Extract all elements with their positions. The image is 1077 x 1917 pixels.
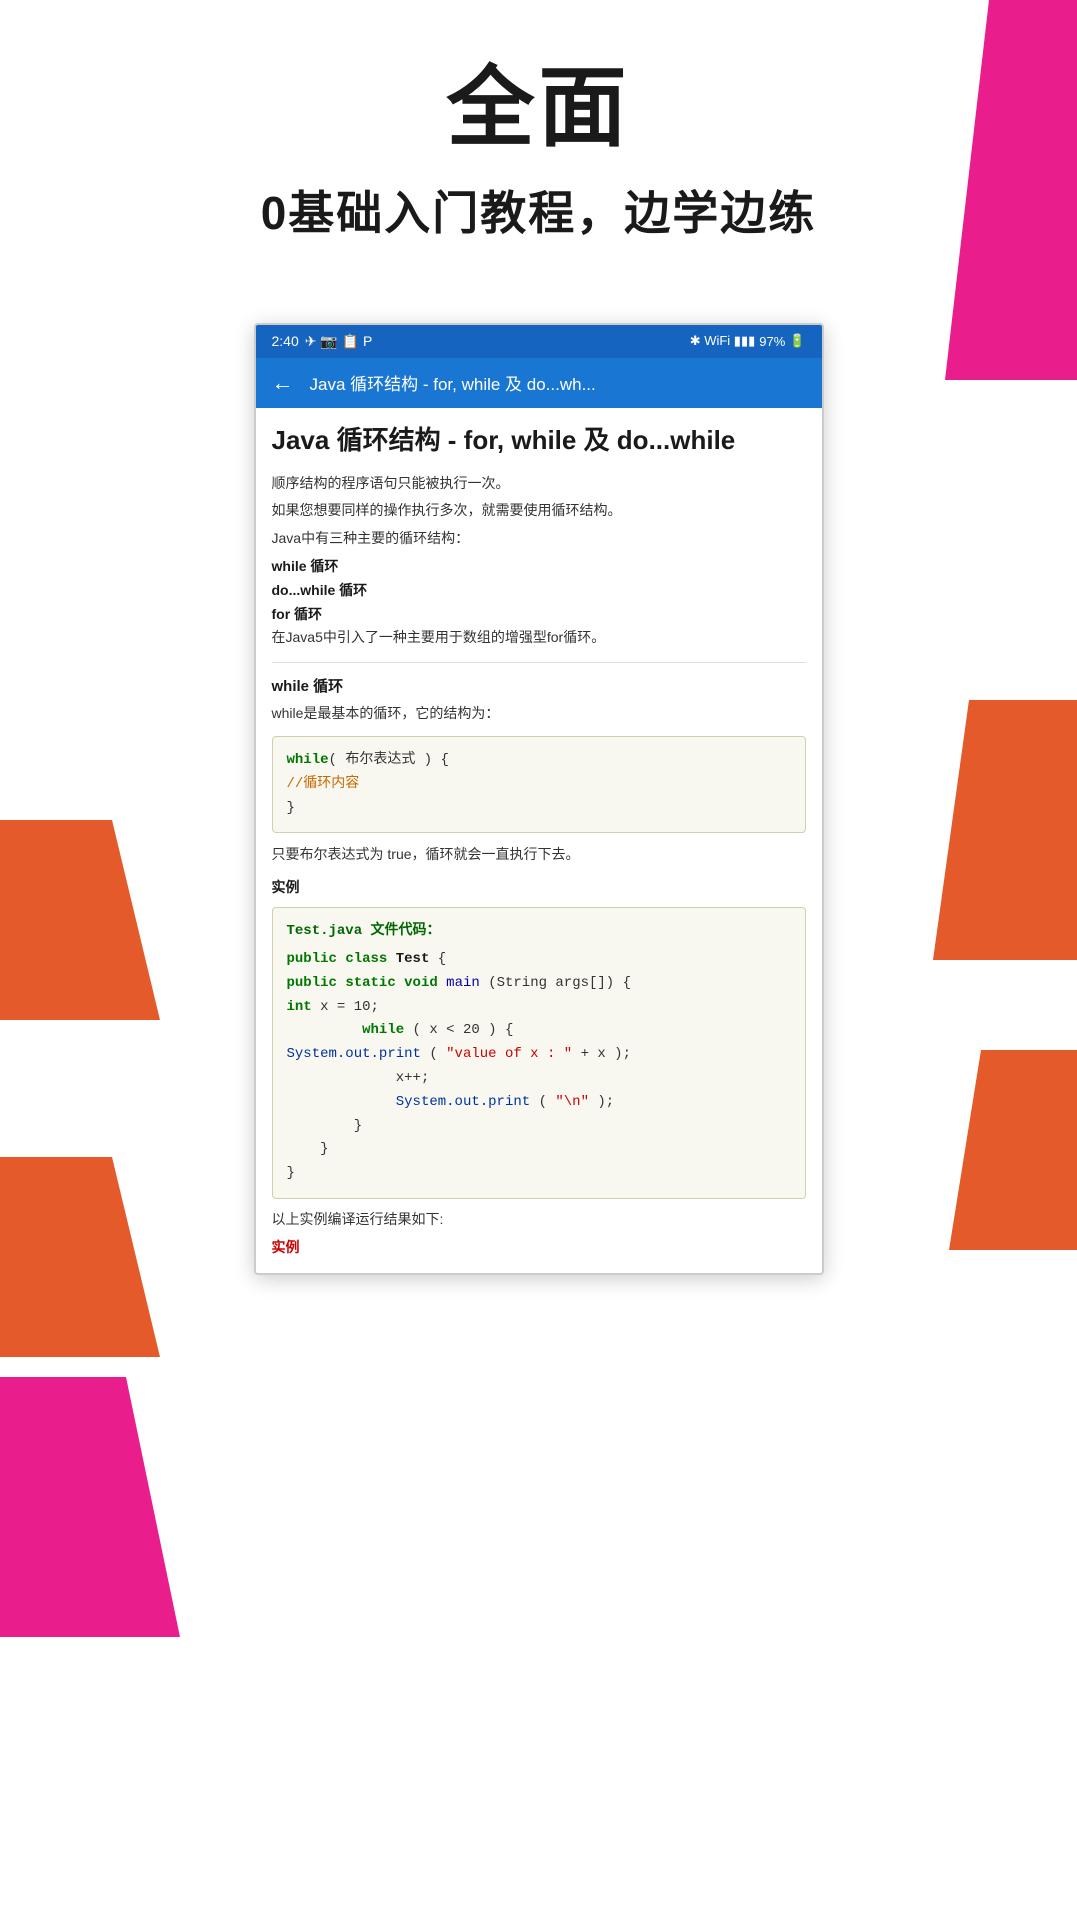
code-line3: int x = 10; — [287, 996, 791, 1020]
status-bar: 2:40 ✈ 📷 📋 P ✱ WiFi ▮▮▮ 97% 🔋 — [256, 325, 822, 358]
code-line4: while ( x < 20 ) { — [287, 1019, 791, 1043]
status-icons: ✈ 📷 📋 P — [305, 333, 373, 350]
loop-type-1: while 循环 — [272, 555, 806, 579]
java-code-block: Test.java 文件代码： public class Test { publ… — [272, 907, 806, 1199]
intro-line-2: 如果您想要同样的操作执行多次，就需要使用循环结构。 — [272, 499, 806, 523]
while-description: while是最基本的循环，它的结构为： — [272, 702, 806, 726]
loop-type-2: do...while 循环 — [272, 579, 806, 603]
while-note: 只要布尔表达式为 true，循环就会一直执行下去。 — [272, 843, 806, 867]
result-example-label: 实例 — [272, 1237, 806, 1257]
code-line9: } — [287, 1138, 791, 1162]
deco-orange-mid-right — [897, 700, 1077, 960]
phone-mockup: 2:40 ✈ 📷 📋 P ✱ WiFi ▮▮▮ 97% 🔋 ← Java 循环结… — [254, 323, 824, 1275]
code-line2: public static void main (String args[]) … — [287, 972, 791, 996]
status-right: ✱ WiFi ▮▮▮ 97% 🔋 — [690, 333, 806, 349]
header-section: 全面 0基础入门教程，边学边练 — [0, 0, 1077, 283]
deco-pink-bottom-left — [0, 1377, 180, 1637]
while-section-heading: while 循环 — [272, 675, 806, 696]
while-code-line3: } — [287, 797, 791, 821]
while-syntax-block: while( 布尔表达式 ) { //循环内容 } — [272, 736, 806, 833]
while-code-line2: //循环内容 — [287, 773, 791, 797]
result-text: 以上实例编译运行结果如下: — [272, 1209, 806, 1229]
app-toolbar: ← Java 循环结构 - for, while 及 do...wh... — [256, 358, 822, 408]
enhanced-for-note: 在Java5中引入了一种主要用于数组的增强型for循环。 — [272, 626, 806, 650]
toolbar-title: Java 循环结构 - for, while 及 do...wh... — [310, 370, 806, 395]
main-title: 全面 — [40, 60, 1037, 157]
deco-orange-left-mid — [0, 820, 160, 1020]
page-title: Java 循环结构 - for, while 及 do...while — [272, 424, 806, 458]
status-left: 2:40 ✈ 📷 📋 P — [272, 333, 373, 350]
code-line7: System.out.print ( "\n" ); — [287, 1091, 791, 1115]
deco-orange-lower-right — [917, 1050, 1077, 1250]
code-line10: } — [287, 1162, 791, 1186]
code-line5: System.out.print ( "value of x : " + x )… — [287, 1043, 791, 1067]
intro-line-1: 顺序结构的程序语句只能被执行一次。 — [272, 472, 806, 496]
code-line6: x++; — [287, 1067, 791, 1091]
code-line8: } — [287, 1115, 791, 1139]
intro-line-3: Java中有三种主要的循环结构： — [272, 527, 806, 551]
battery-icon: 🔋 — [789, 333, 805, 349]
while-code-line1: while( 布尔表达式 ) { — [287, 749, 791, 773]
content-area: Java 循环结构 - for, while 及 do...while 顺序结构… — [256, 408, 822, 1273]
divider-1 — [272, 662, 806, 663]
file-label: Test.java 文件代码： — [287, 920, 791, 944]
connectivity-icons: ✱ WiFi ▮▮▮ — [690, 333, 756, 349]
deco-orange-bottom-left — [0, 1157, 160, 1357]
example-label-1: 实例 — [272, 877, 806, 897]
code-line1: public class Test { — [287, 948, 791, 972]
back-button[interactable]: ← — [272, 370, 294, 396]
time-display: 2:40 — [272, 333, 299, 349]
subtitle: 0基础入门教程，边学边练 — [40, 177, 1037, 243]
battery-display: 97% — [759, 334, 785, 349]
loop-type-3: for 循环 — [272, 603, 806, 627]
